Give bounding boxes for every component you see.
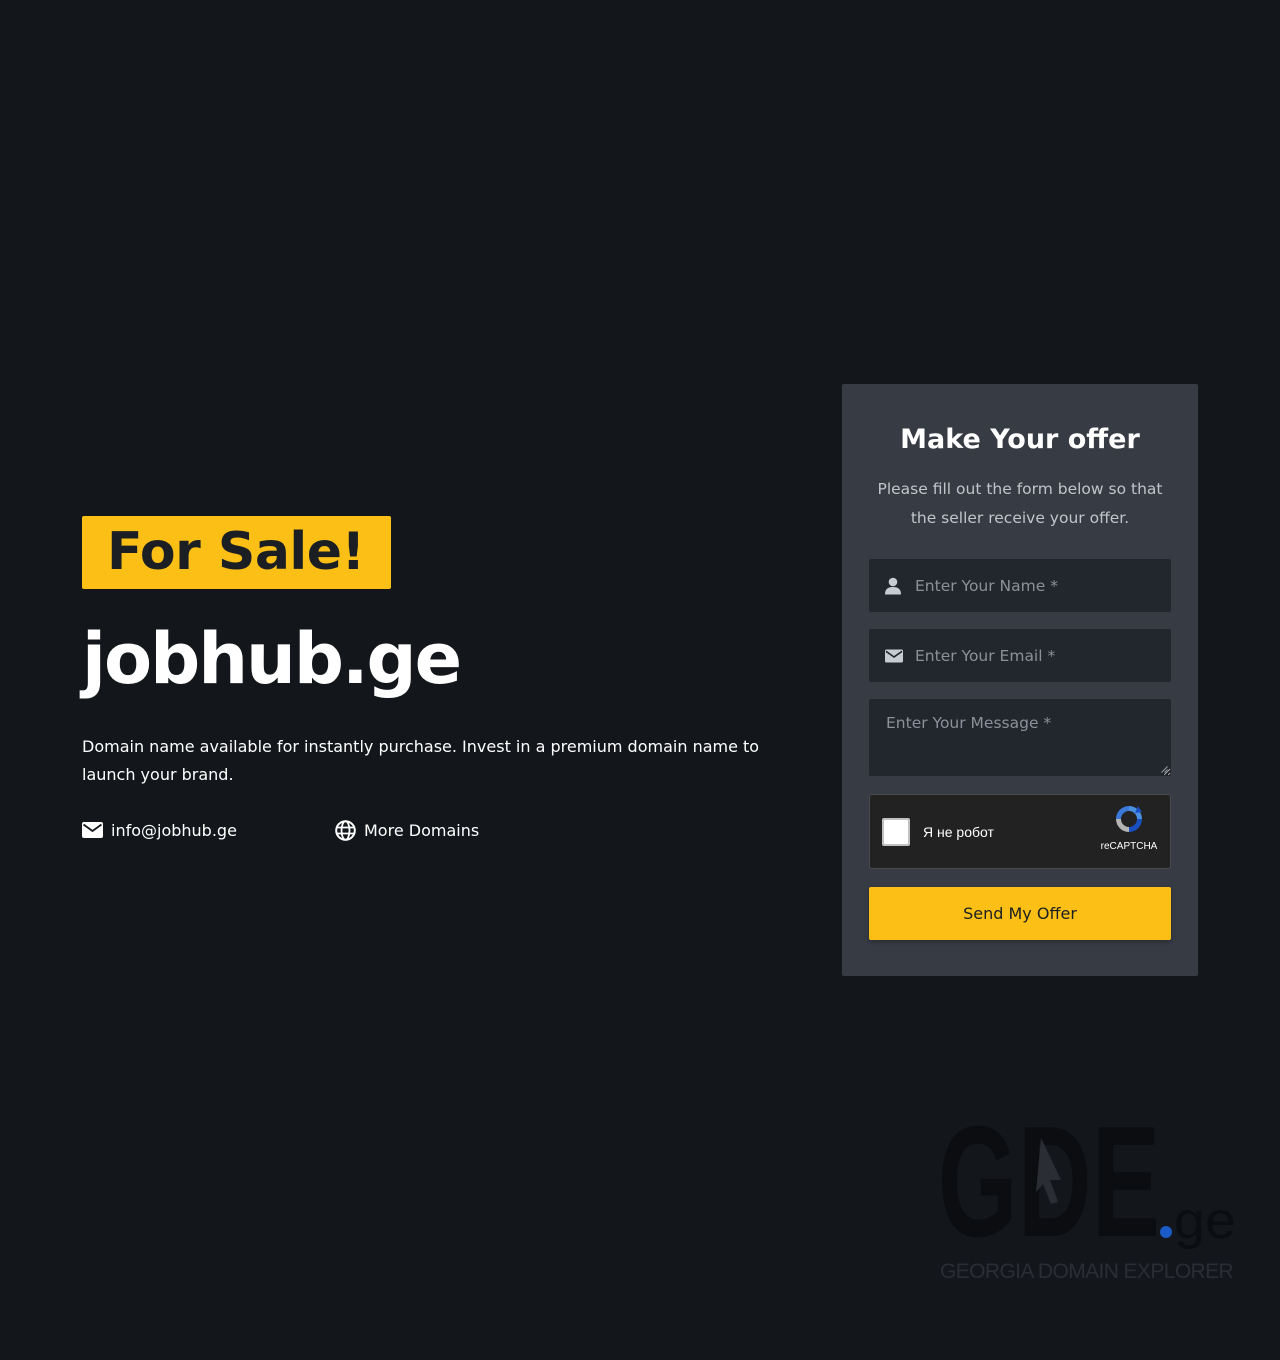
gde-wordmark: GDE ge bbox=[938, 1094, 1236, 1270]
recaptcha-widget: Я не робот reCAPTCHA bbox=[869, 794, 1171, 869]
envelope-icon bbox=[885, 649, 903, 662]
email-link-label: info@jobhub.ge bbox=[111, 820, 237, 840]
gde-logo: GDE ge GEORGIA DOMAIN EXPLORER bbox=[938, 1094, 1238, 1287]
domain-name-heading: jobhub.ge bbox=[82, 618, 462, 700]
envelope-icon bbox=[82, 822, 103, 838]
offer-form-subtitle: Please fill out the form below so that t… bbox=[877, 480, 1163, 527]
offer-form-title: Make Your offer bbox=[900, 424, 1140, 455]
message-textarea[interactable] bbox=[869, 699, 1171, 776]
name-input[interactable] bbox=[869, 559, 1171, 612]
recaptcha-brand: reCAPTCHA bbox=[1100, 841, 1158, 852]
send-offer-button[interactable]: Send My Offer bbox=[869, 887, 1171, 940]
email-field-wrapper bbox=[869, 629, 1171, 682]
page: For Sale! jobhub.ge Domain name availabl… bbox=[0, 0, 1280, 1360]
recaptcha-checkbox[interactable] bbox=[882, 817, 910, 846]
gde-tagline: GEORGIA DOMAIN EXPLORER bbox=[940, 1260, 1234, 1283]
message-field-wrapper bbox=[869, 699, 1171, 776]
offer-form-card: Make Your offer Please fill out the form… bbox=[842, 384, 1198, 976]
domain-description: Domain name available for instantly purc… bbox=[82, 737, 760, 784]
recaptcha-icon bbox=[1116, 806, 1142, 832]
email-link[interactable]: info@jobhub.ge bbox=[82, 821, 335, 840]
user-icon bbox=[885, 577, 901, 594]
recaptcha-logo: reCAPTCHA bbox=[1100, 803, 1158, 852]
globe-icon bbox=[335, 819, 356, 841]
logo-dot bbox=[1160, 1226, 1172, 1238]
contact-links: info@jobhub.ge More Domains bbox=[82, 819, 782, 841]
more-domains-link[interactable]: More Domains bbox=[335, 819, 480, 841]
for-sale-badge: For Sale! bbox=[82, 516, 391, 589]
email-input[interactable] bbox=[869, 629, 1171, 682]
recaptcha-label: Я не робот bbox=[923, 823, 994, 840]
name-field-wrapper bbox=[869, 559, 1171, 612]
hero-section: For Sale! jobhub.ge Domain name availabl… bbox=[82, 516, 782, 841]
svg-text:ge: ge bbox=[1174, 1192, 1236, 1250]
more-domains-label: More Domains bbox=[364, 820, 480, 840]
